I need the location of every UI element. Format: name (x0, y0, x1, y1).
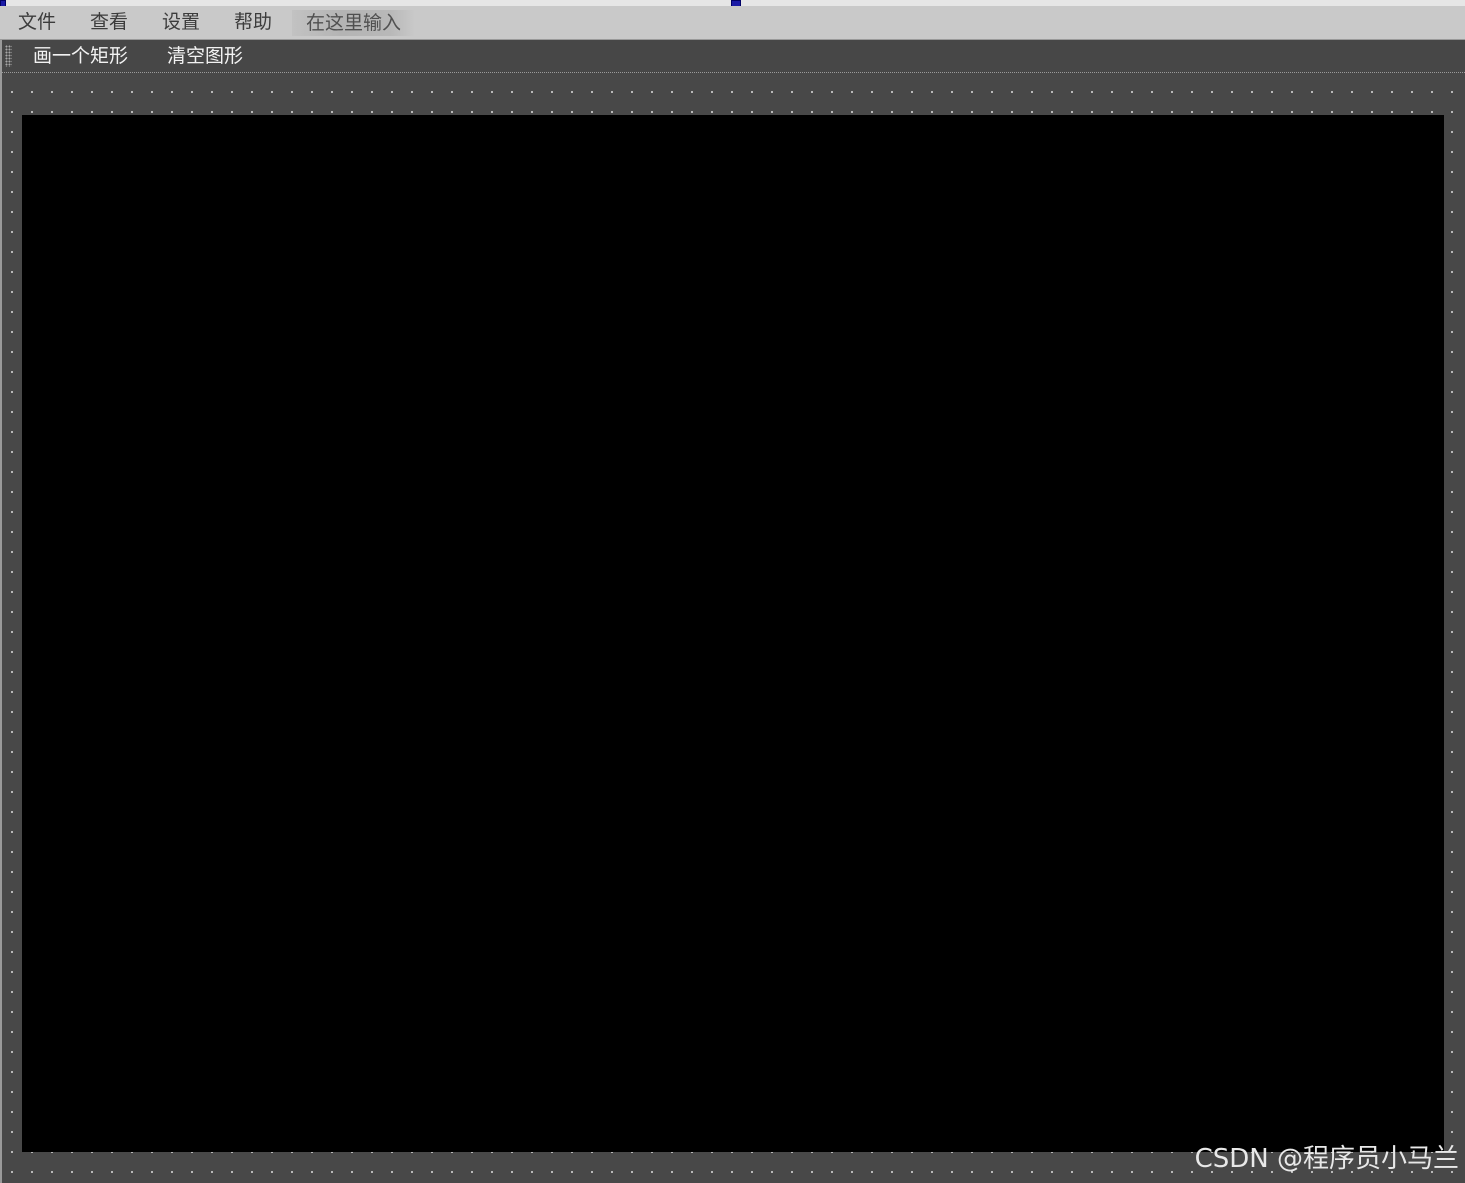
watermark: CSDN @程序员小马兰 (1194, 1144, 1459, 1174)
designer-window: 文件 查看 设置 帮助 在这里输入 画一个矩形 清空图形 CSDN @程序员小马… (0, 0, 1465, 1183)
draw-rectangle-button[interactable]: 画一个矩形 (33, 40, 128, 73)
menubar: 文件 查看 设置 帮助 在这里输入 (0, 6, 1465, 40)
menu-file[interactable]: 文件 (18, 6, 56, 39)
toolbar-drag-handle-icon[interactable] (5, 45, 12, 67)
menu-view[interactable]: 查看 (90, 6, 128, 39)
form-left-border (0, 40, 2, 1183)
toolbar: 画一个矩形 清空图形 (0, 40, 1465, 73)
menu-type-here-placeholder[interactable]: 在这里输入 (292, 10, 416, 36)
menu-settings[interactable]: 设置 (162, 6, 200, 39)
menu-help[interactable]: 帮助 (234, 6, 272, 39)
clear-shapes-button[interactable]: 清空图形 (167, 40, 243, 73)
drawing-canvas[interactable] (22, 115, 1444, 1152)
